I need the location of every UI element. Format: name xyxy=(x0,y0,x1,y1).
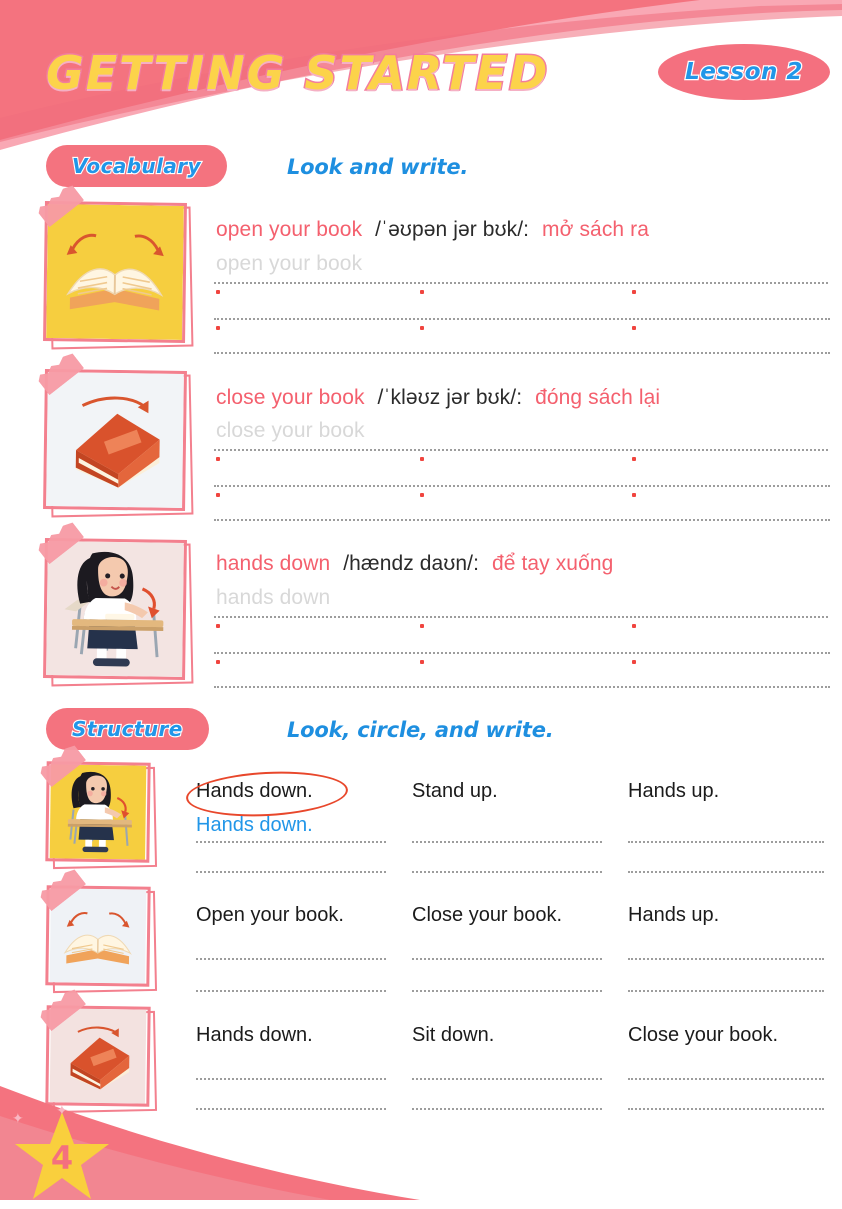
structure-option-2-2[interactable]: Close your book. xyxy=(412,904,562,927)
structure-thumb-3 xyxy=(52,1012,156,1112)
vocab-vietnamese-2: đóng sách lại xyxy=(535,386,660,409)
writing-line[interactable] xyxy=(412,841,602,843)
writing-line[interactable] xyxy=(412,1078,602,1080)
writing-line[interactable] xyxy=(196,841,386,843)
vocab-entry-1: open your book /ˈəʊpən jər bʊk/: mở sách… xyxy=(216,218,649,242)
vocab-english-1: open your book xyxy=(216,218,362,241)
vocab-trace-2: close your book xyxy=(216,419,365,443)
girl-at-desk-illustration xyxy=(46,541,184,677)
writing-line[interactable] xyxy=(214,616,828,618)
closed-book-illustration xyxy=(46,372,184,508)
vocab-ipa-2: /ˈkləʊz jər bʊk/: xyxy=(378,386,523,409)
vocab-image-1 xyxy=(50,208,192,348)
vocab-ipa-1: /ˈəʊpən jər bʊk/: xyxy=(375,218,529,241)
vocab-ipa-3: /hændz daʊn/: xyxy=(343,552,479,575)
structure-thumb-1 xyxy=(52,768,156,868)
vocab-english-3: hands down xyxy=(216,552,330,575)
girl-at-desk-thumbnail xyxy=(48,764,147,859)
vocab-entry-2: close your book /ˈkləʊz jər bʊk/: đóng s… xyxy=(216,386,660,410)
lesson-badge: Lesson 2 xyxy=(658,44,830,100)
structure-option-3-2[interactable]: Sit down. xyxy=(412,1024,494,1047)
writing-line[interactable] xyxy=(196,1108,386,1110)
writing-line[interactable] xyxy=(214,652,830,654)
structure-pill-label: Structure xyxy=(72,717,183,741)
writing-line[interactable] xyxy=(628,1108,824,1110)
structure-section-pill: Structure xyxy=(46,708,209,750)
vocab-vietnamese-3: để tay xuống xyxy=(492,552,613,575)
vocab-vietnamese-1: mở sách ra xyxy=(542,218,649,241)
writing-line[interactable] xyxy=(412,1108,602,1110)
vocab-entry-3: hands down /hændz daʊn/: để tay xuống xyxy=(216,552,613,576)
writing-line[interactable] xyxy=(196,871,386,873)
page-number: 4 xyxy=(14,1108,110,1204)
structure-option-3-1[interactable]: Hands down. xyxy=(196,1024,313,1047)
vocabulary-pill-label: Vocabulary xyxy=(72,154,201,178)
writing-line[interactable] xyxy=(214,485,830,487)
writing-line[interactable] xyxy=(412,871,602,873)
writing-line[interactable] xyxy=(628,871,824,873)
writing-line[interactable] xyxy=(412,958,602,960)
open-book-illustration xyxy=(46,204,184,340)
writing-line[interactable] xyxy=(196,990,386,992)
structure-answer-1: Hands down. xyxy=(196,814,313,837)
page-number-star: 4 ✦ ✦ xyxy=(14,1108,110,1204)
lesson-badge-label: Lesson 2 xyxy=(685,59,803,85)
vocabulary-section-pill: Vocabulary xyxy=(46,145,227,187)
sparkle-icon: ✦ xyxy=(12,1110,24,1127)
circle-answer-mark xyxy=(185,768,349,820)
structure-option-1-3[interactable]: Hands up. xyxy=(628,780,719,803)
closed-book-thumbnail xyxy=(48,1008,147,1103)
writing-line[interactable] xyxy=(214,352,830,354)
structure-option-2-1[interactable]: Open your book. xyxy=(196,904,344,927)
vocab-english-2: close your book xyxy=(216,386,365,409)
writing-line[interactable] xyxy=(214,449,828,451)
structure-option-1-2[interactable]: Stand up. xyxy=(412,780,498,803)
writing-line[interactable] xyxy=(214,318,830,320)
vocab-image-3 xyxy=(50,545,192,685)
open-book-thumbnail xyxy=(48,888,147,983)
writing-line[interactable] xyxy=(628,958,824,960)
writing-line[interactable] xyxy=(214,686,830,688)
structure-thumb-2 xyxy=(52,892,156,992)
writing-line[interactable] xyxy=(196,1078,386,1080)
vocabulary-instruction: Look and write. xyxy=(287,155,468,179)
vocab-trace-3: hands down xyxy=(216,586,330,610)
writing-line[interactable] xyxy=(628,990,824,992)
vocab-trace-1: open your book xyxy=(216,252,362,276)
writing-line[interactable] xyxy=(628,1078,824,1080)
structure-instruction: Look, circle, and write. xyxy=(287,718,554,742)
vocab-image-2 xyxy=(50,376,192,516)
writing-line[interactable] xyxy=(214,519,830,521)
structure-option-3-3[interactable]: Close your book. xyxy=(628,1024,778,1047)
structure-option-2-3[interactable]: Hands up. xyxy=(628,904,719,927)
writing-line[interactable] xyxy=(628,841,824,843)
sparkle-icon: ✦ xyxy=(56,1102,68,1119)
writing-line[interactable] xyxy=(214,282,828,284)
writing-line[interactable] xyxy=(196,958,386,960)
page-title: GETTING STARTED xyxy=(46,46,549,100)
writing-line[interactable] xyxy=(412,990,602,992)
